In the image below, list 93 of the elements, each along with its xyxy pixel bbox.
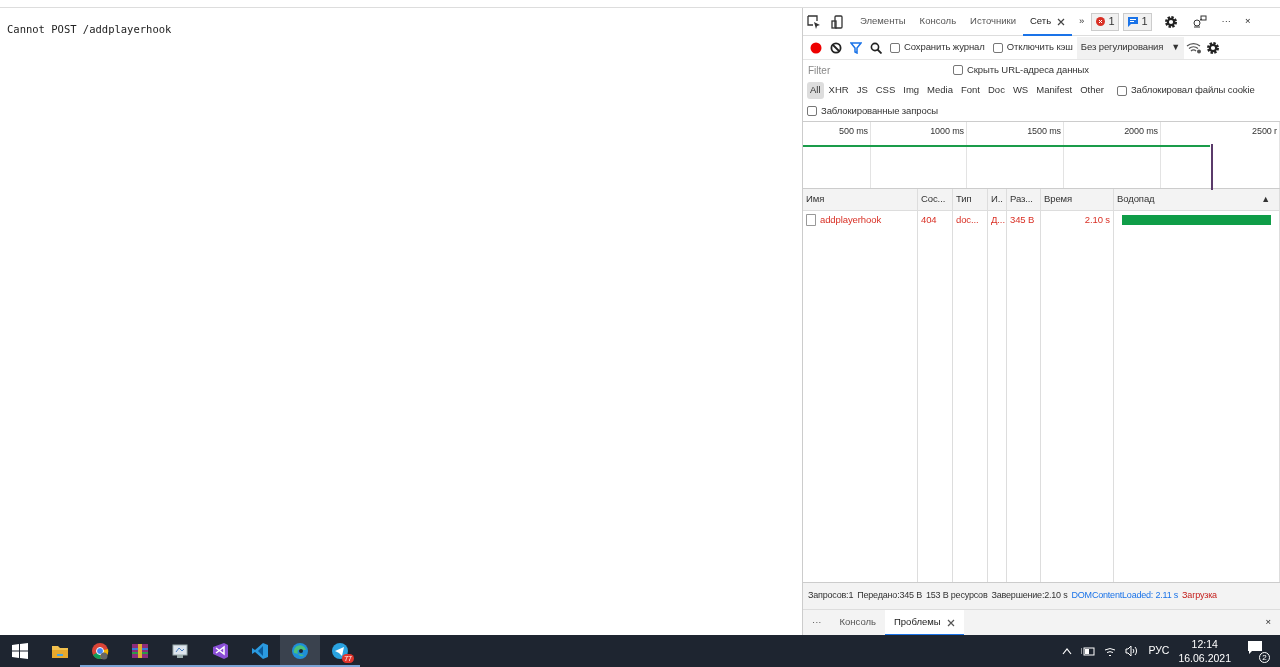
wifi-icon[interactable] xyxy=(1104,645,1117,657)
error-icon xyxy=(1096,17,1106,26)
language-indicator[interactable]: РУС xyxy=(1148,643,1170,659)
archive-icon xyxy=(130,641,150,661)
tick-label: 1000 ms xyxy=(930,126,964,136)
checkbox[interactable] xyxy=(1116,85,1127,96)
close-button[interactable]: × xyxy=(1237,7,1258,36)
checkbox-label: Скрыть URL-адреса данных xyxy=(967,62,1089,77)
column-header[interactable]: Тип xyxy=(956,192,972,207)
edge-browser-icon xyxy=(290,641,310,661)
error-message: Cannot POST /addplayerhook xyxy=(7,23,172,35)
status-text: DOMContentLoaded: 2.11 s xyxy=(1071,589,1179,603)
settings-icon[interactable] xyxy=(1164,14,1179,29)
file-icon xyxy=(806,214,816,226)
message-icon xyxy=(1128,16,1139,27)
tick-label: 1500 ms xyxy=(1027,126,1061,136)
column-header[interactable]: И.. xyxy=(991,192,1003,207)
panel-tab[interactable]: Консоль xyxy=(912,7,964,36)
connection-icon[interactable] xyxy=(1192,14,1209,29)
drawer-tab[interactable]: Консоль xyxy=(830,609,885,636)
table-cell-text: 404 xyxy=(921,212,937,227)
checkbox-label: Отключить кэш xyxy=(1006,40,1073,55)
status-text: 153 B ресурсов xyxy=(926,589,988,603)
drawer-tab[interactable]: Проблемы xyxy=(885,609,964,636)
close-icon[interactable] xyxy=(946,618,955,627)
search-icon[interactable] xyxy=(870,41,882,54)
type-filter[interactable]: JS xyxy=(853,82,871,99)
clock-time[interactable]: 12:14 xyxy=(1178,637,1231,651)
error-count-badge[interactable]: 1 xyxy=(1091,12,1120,31)
more-tabs-button[interactable]: » xyxy=(1072,7,1092,36)
panel-tab[interactable]: Элементы xyxy=(853,7,913,36)
message-count-badge[interactable]: 1 xyxy=(1123,12,1153,31)
chevron-up-icon[interactable] xyxy=(1062,647,1073,655)
tick-label: 500 ms xyxy=(839,126,868,136)
checkbox-label: Заблокировал файлы cookie xyxy=(1130,83,1255,98)
start-icon[interactable] xyxy=(12,643,28,659)
checkbox[interactable] xyxy=(890,42,900,53)
notification-count: 2 xyxy=(1259,652,1270,663)
request-name[interactable]: addplayerhook xyxy=(820,212,882,228)
status-text: Запросов:1 xyxy=(808,589,854,603)
column-header[interactable]: Имя xyxy=(806,192,825,207)
close-icon[interactable] xyxy=(1057,17,1066,26)
type-filter[interactable]: Doc xyxy=(985,82,1008,99)
monitor-icon xyxy=(170,641,190,661)
checkbox[interactable] xyxy=(992,42,1003,53)
type-filter[interactable]: CSS xyxy=(872,82,899,99)
checkbox[interactable] xyxy=(953,65,963,75)
type-filter[interactable]: All xyxy=(807,82,824,99)
clear-icon[interactable] xyxy=(830,41,842,54)
status-text: Передано:345 B xyxy=(857,589,922,603)
tick-label: 2000 ms xyxy=(1124,126,1158,136)
type-filter[interactable]: Img xyxy=(900,82,923,99)
network-conditions-icon[interactable] xyxy=(1186,41,1203,54)
battery-icon[interactable] xyxy=(1081,646,1096,656)
status-text: Завершение:2.10 s xyxy=(991,589,1068,603)
browser-icon xyxy=(90,641,110,661)
type-filter[interactable]: Manifest xyxy=(1033,82,1076,99)
type-filter[interactable]: XHR xyxy=(825,82,852,99)
inspect-icon[interactable] xyxy=(807,14,821,29)
status-text: Загрузка xyxy=(1182,589,1217,603)
filter-icon[interactable] xyxy=(850,41,862,54)
column-header[interactable]: Время xyxy=(1044,192,1073,207)
device-icon[interactable] xyxy=(831,14,843,29)
column-header[interactable]: Раз... xyxy=(1010,192,1033,207)
messenger-icon xyxy=(330,641,350,661)
panel-tab[interactable]: Источники xyxy=(963,7,1023,36)
notifications-button[interactable]: 2 xyxy=(1248,641,1270,661)
type-filter[interactable]: WS xyxy=(1009,82,1032,99)
checkbox[interactable] xyxy=(807,106,817,116)
sort-icon[interactable]: ▲ xyxy=(1261,192,1276,207)
table-cell-text: 345 B xyxy=(1010,212,1035,227)
volume-icon[interactable] xyxy=(1125,645,1140,657)
tick-label: 2500 r xyxy=(1252,126,1277,136)
ide-icon xyxy=(210,641,230,661)
column-header[interactable]: Водопад xyxy=(1117,192,1155,207)
table-cell-text: doc... xyxy=(956,212,979,227)
clock-date[interactable]: 16.06.2021 xyxy=(1178,651,1231,665)
type-filter[interactable]: Media xyxy=(924,82,956,99)
settings-icon[interactable] xyxy=(1206,40,1221,55)
more-menu-button[interactable]: ··· xyxy=(1214,7,1238,36)
column-header[interactable]: Сос... xyxy=(921,192,946,207)
table-cell-text: 2.10 s xyxy=(1084,212,1110,227)
type-filter[interactable]: Other xyxy=(1077,82,1107,99)
checkbox-label: Сохранить журнал xyxy=(904,40,985,55)
editor-icon xyxy=(250,641,270,661)
more-button[interactable]: ··· xyxy=(803,609,831,636)
type-filter[interactable]: Font xyxy=(958,82,983,99)
table-cell-text: Д... xyxy=(991,212,1005,227)
checkbox-label: Заблокированные запросы xyxy=(821,103,939,118)
close-button[interactable]: × xyxy=(1256,609,1280,636)
notification-icon xyxy=(1248,641,1262,655)
throttling-select[interactable]: Без регулирования ▼ xyxy=(1076,36,1185,59)
record-icon[interactable] xyxy=(810,41,822,54)
